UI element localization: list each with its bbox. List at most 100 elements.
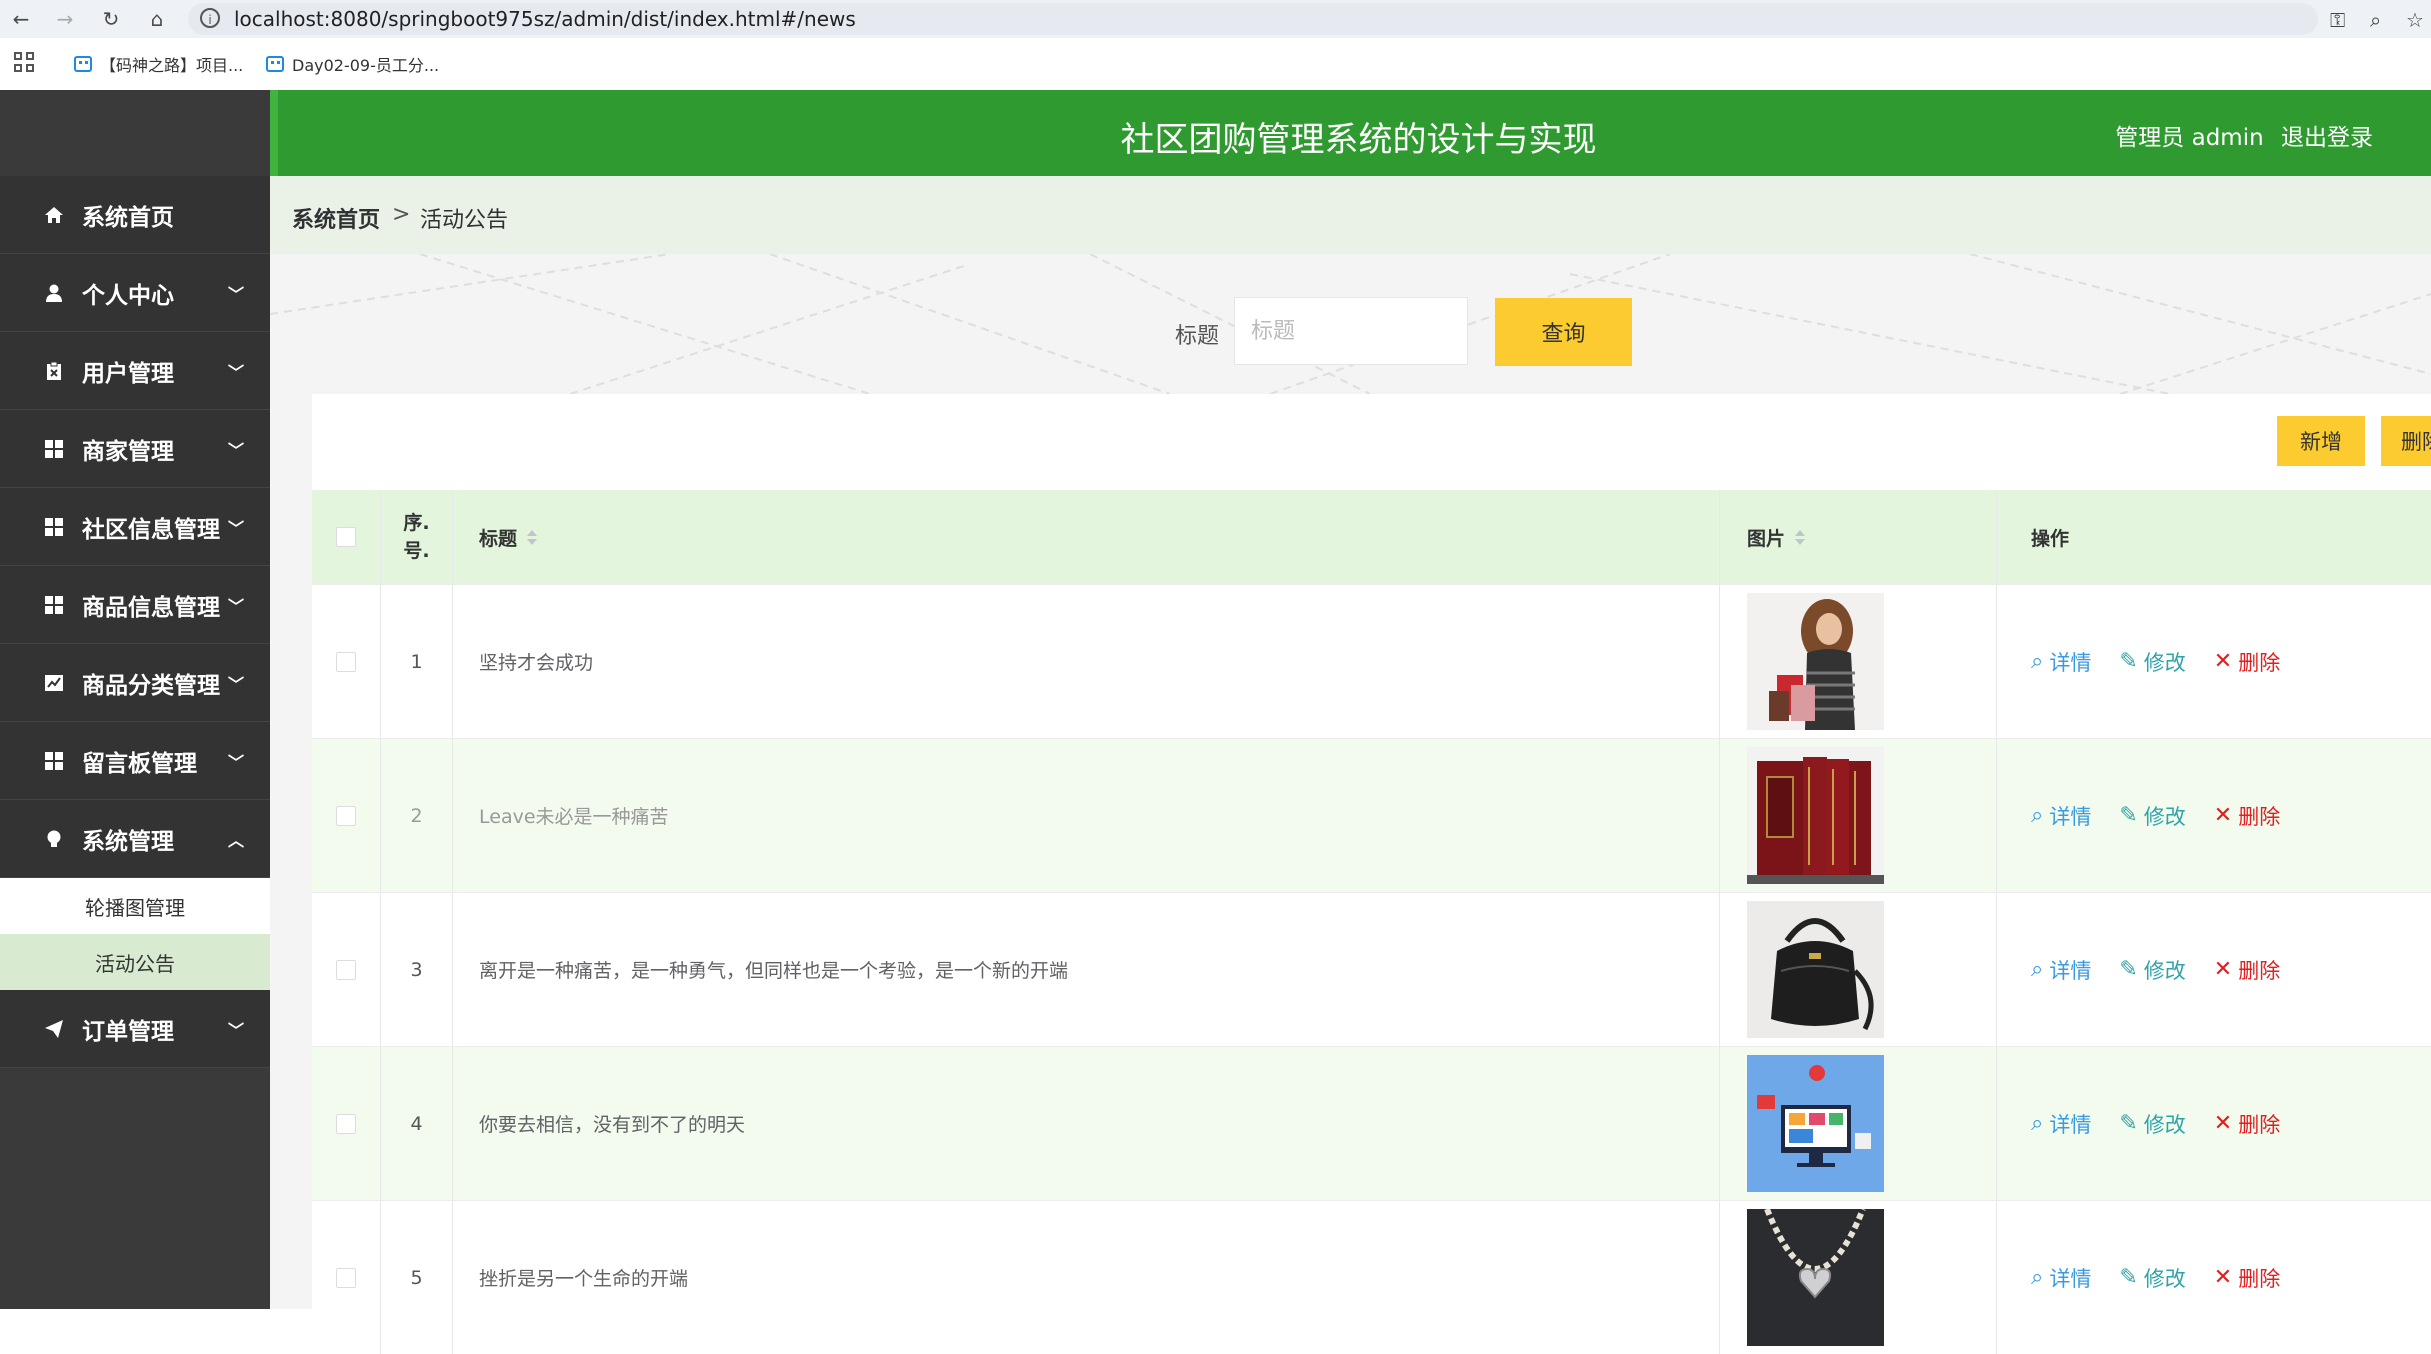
header-index-cell: 序. 号. bbox=[381, 490, 453, 584]
breadcrumb-home[interactable]: 系统首页 bbox=[292, 202, 380, 234]
sidebar-item-community[interactable]: 社区信息管理 ﹀ bbox=[0, 488, 270, 566]
ops-cell: ⌕ 详情 ✎ 修改 ✕ 删除 bbox=[1997, 1201, 2431, 1354]
delete-button[interactable]: ✕ 删除 bbox=[2214, 801, 2280, 831]
back-icon[interactable]: ← bbox=[8, 6, 34, 32]
sidebar-item-label: 商品分类管理 bbox=[82, 672, 220, 699]
sidebar-item-merchants[interactable]: 商家管理 ﹀ bbox=[0, 410, 270, 488]
row-checkbox[interactable] bbox=[336, 1113, 356, 1134]
select-all-checkbox[interactable] bbox=[336, 527, 356, 547]
detail-button[interactable]: ⌕ 详情 bbox=[2031, 1109, 2091, 1139]
online-shopping-illustration[interactable] bbox=[1747, 1055, 1884, 1192]
title-search-input[interactable] bbox=[1234, 297, 1468, 365]
row-title: 坚持才会成功 bbox=[479, 652, 594, 674]
grid-icon bbox=[44, 439, 64, 459]
select-cell bbox=[312, 893, 381, 1046]
search-button[interactable]: 查询 bbox=[1495, 298, 1632, 366]
edit-label: 修改 bbox=[2143, 1112, 2186, 1137]
sidebar-item-users[interactable]: 用户管理 ﹀ bbox=[0, 332, 270, 410]
batch-delete-button[interactable]: 删除 bbox=[2381, 416, 2431, 466]
sidebar-item-products[interactable]: 商品信息管理 ﹀ bbox=[0, 566, 270, 644]
url-text[interactable]: localhost:8080/springboot975sz/admin/dis… bbox=[234, 7, 856, 31]
sidebar-logo-area bbox=[0, 90, 270, 176]
logout-link[interactable]: 退出登录 bbox=[2281, 125, 2373, 151]
column-header-index: 序. 号. bbox=[403, 512, 430, 562]
chevron-up-icon: ︿ bbox=[227, 830, 244, 850]
app-header: 社区团购管理系统的设计与实现 管理员 admin 退出登录 bbox=[270, 90, 2431, 176]
column-header-title: 标题 bbox=[479, 527, 518, 550]
red-books-photo[interactable] bbox=[1747, 747, 1884, 884]
delete-button[interactable]: ✕ 删除 bbox=[2214, 955, 2280, 985]
sidebar-item-profile[interactable]: 个人中心 ﹀ bbox=[0, 254, 270, 332]
reload-icon[interactable]: ↻ bbox=[98, 6, 124, 32]
send-icon bbox=[44, 1019, 64, 1039]
grid-icon bbox=[44, 517, 64, 537]
woman-shopping-photo[interactable] bbox=[1747, 593, 1884, 730]
chevron-down-icon: ﹀ bbox=[227, 362, 244, 382]
bookmark-item[interactable]: Day02-09-员工分... bbox=[266, 52, 439, 76]
chevron-down-icon: ﹀ bbox=[227, 518, 244, 538]
delete-button[interactable]: ✕ 删除 bbox=[2214, 647, 2280, 677]
black-handbag-photo[interactable] bbox=[1747, 901, 1884, 1038]
row-checkbox[interactable] bbox=[336, 651, 356, 672]
submenu-item-carousel[interactable]: 轮播图管理 bbox=[0, 878, 270, 934]
edit-button[interactable]: ✎ 修改 bbox=[2119, 1109, 2185, 1139]
edit-button[interactable]: ✎ 修改 bbox=[2119, 801, 2185, 831]
row-number: 4 bbox=[410, 1112, 423, 1135]
sidebar-item-label: 系统管理 bbox=[82, 828, 174, 855]
submenu-item-label: 轮播图管理 bbox=[85, 895, 185, 920]
title-cell: 你要去相信，没有到不了的明天 bbox=[453, 1047, 1720, 1200]
detail-button[interactable]: ⌕ 详情 bbox=[2031, 1263, 2091, 1293]
edit-button[interactable]: ✎ 修改 bbox=[2119, 647, 2185, 677]
star-icon[interactable]: ☆ bbox=[2406, 8, 2424, 32]
row-checkbox[interactable] bbox=[336, 959, 356, 980]
edit-label: 修改 bbox=[2143, 958, 2186, 983]
sort-icon[interactable] bbox=[1795, 529, 1806, 545]
search-icon: ⌕ bbox=[2031, 957, 2044, 982]
sort-icon[interactable] bbox=[527, 529, 538, 545]
sidebar-item-system[interactable]: 系统管理 ︿ bbox=[0, 800, 270, 878]
select-cell bbox=[312, 739, 381, 892]
table-row: 4 你要去相信，没有到不了的明天 ⌕ 详情 ✎ 修改 ✕ 删除 bbox=[312, 1046, 2431, 1200]
sidebar-item-orders[interactable]: 订单管理 ﹀ bbox=[0, 990, 270, 1068]
select-cell bbox=[312, 585, 381, 738]
key-icon[interactable]: ⚿ bbox=[2330, 8, 2345, 32]
index-cell: 4 bbox=[381, 1047, 453, 1200]
sidebar-item-label: 商家管理 bbox=[82, 438, 174, 465]
search-icon: ⌕ bbox=[2031, 1265, 2044, 1290]
table-row: 5 挫折是另一个生命的开端 ⌕ 详情 ✎ 修改 ✕ 删除 bbox=[312, 1200, 2431, 1354]
ops-cell: ⌕ 详情 ✎ 修改 ✕ 删除 bbox=[1997, 585, 2431, 738]
detail-button[interactable]: ⌕ 详情 bbox=[2031, 955, 2091, 985]
detail-button[interactable]: ⌕ 详情 bbox=[2031, 647, 2091, 677]
detail-button[interactable]: ⌕ 详情 bbox=[2031, 801, 2091, 831]
sidebar-item-messages[interactable]: 留言板管理 ﹀ bbox=[0, 722, 270, 800]
row-checkbox[interactable] bbox=[336, 1267, 356, 1288]
delete-button[interactable]: ✕ 删除 bbox=[2214, 1263, 2280, 1293]
edit-button[interactable]: ✎ 修改 bbox=[2119, 955, 2185, 985]
header-ops-cell: 操作 bbox=[1997, 490, 2431, 584]
apps-icon[interactable] bbox=[14, 52, 36, 74]
forward-icon[interactable]: → bbox=[52, 6, 78, 32]
ops-cell: ⌕ 详情 ✎ 修改 ✕ 删除 bbox=[1997, 739, 2431, 892]
pencil-icon: ✎ bbox=[2119, 1265, 2138, 1290]
edit-button[interactable]: ✎ 修改 bbox=[2119, 1263, 2185, 1293]
delete-button[interactable]: ✕ 删除 bbox=[2214, 1109, 2280, 1139]
sidebar-item-categories[interactable]: 商品分类管理 ﹀ bbox=[0, 644, 270, 722]
row-checkbox[interactable] bbox=[336, 805, 356, 826]
add-button[interactable]: 新增 bbox=[2277, 416, 2365, 466]
zoom-icon[interactable]: ⌕ bbox=[2370, 8, 2381, 32]
title-cell: 离开是一种痛苦，是一种勇气，但同样也是一个考验，是一个新的开端 bbox=[453, 893, 1720, 1046]
delete-label: 删除 bbox=[2238, 650, 2281, 675]
bookmark-item[interactable]: 【码神之路】项目... bbox=[74, 52, 243, 76]
heart-necklace-photo[interactable] bbox=[1747, 1209, 1884, 1346]
header-title-cell[interactable]: 标题 bbox=[453, 490, 1720, 584]
header-image-cell[interactable]: 图片 bbox=[1720, 490, 1997, 584]
site-info-icon[interactable]: i bbox=[200, 8, 220, 28]
home-browser-icon[interactable]: ⌂ bbox=[144, 6, 170, 32]
row-title: 你要去相信，没有到不了的明天 bbox=[479, 1114, 746, 1136]
sidebar-item-home[interactable]: 系统首页 bbox=[0, 176, 270, 254]
column-header-ops: 操作 bbox=[2031, 527, 2070, 550]
detail-label: 详情 bbox=[2049, 650, 2092, 675]
sidebar-item-label: 社区信息管理 bbox=[82, 516, 220, 543]
submenu-item-announcements[interactable]: 活动公告 bbox=[0, 934, 270, 990]
row-title: 离开是一种痛苦，是一种勇气，但同样也是一个考验，是一个新的开端 bbox=[479, 960, 1069, 982]
